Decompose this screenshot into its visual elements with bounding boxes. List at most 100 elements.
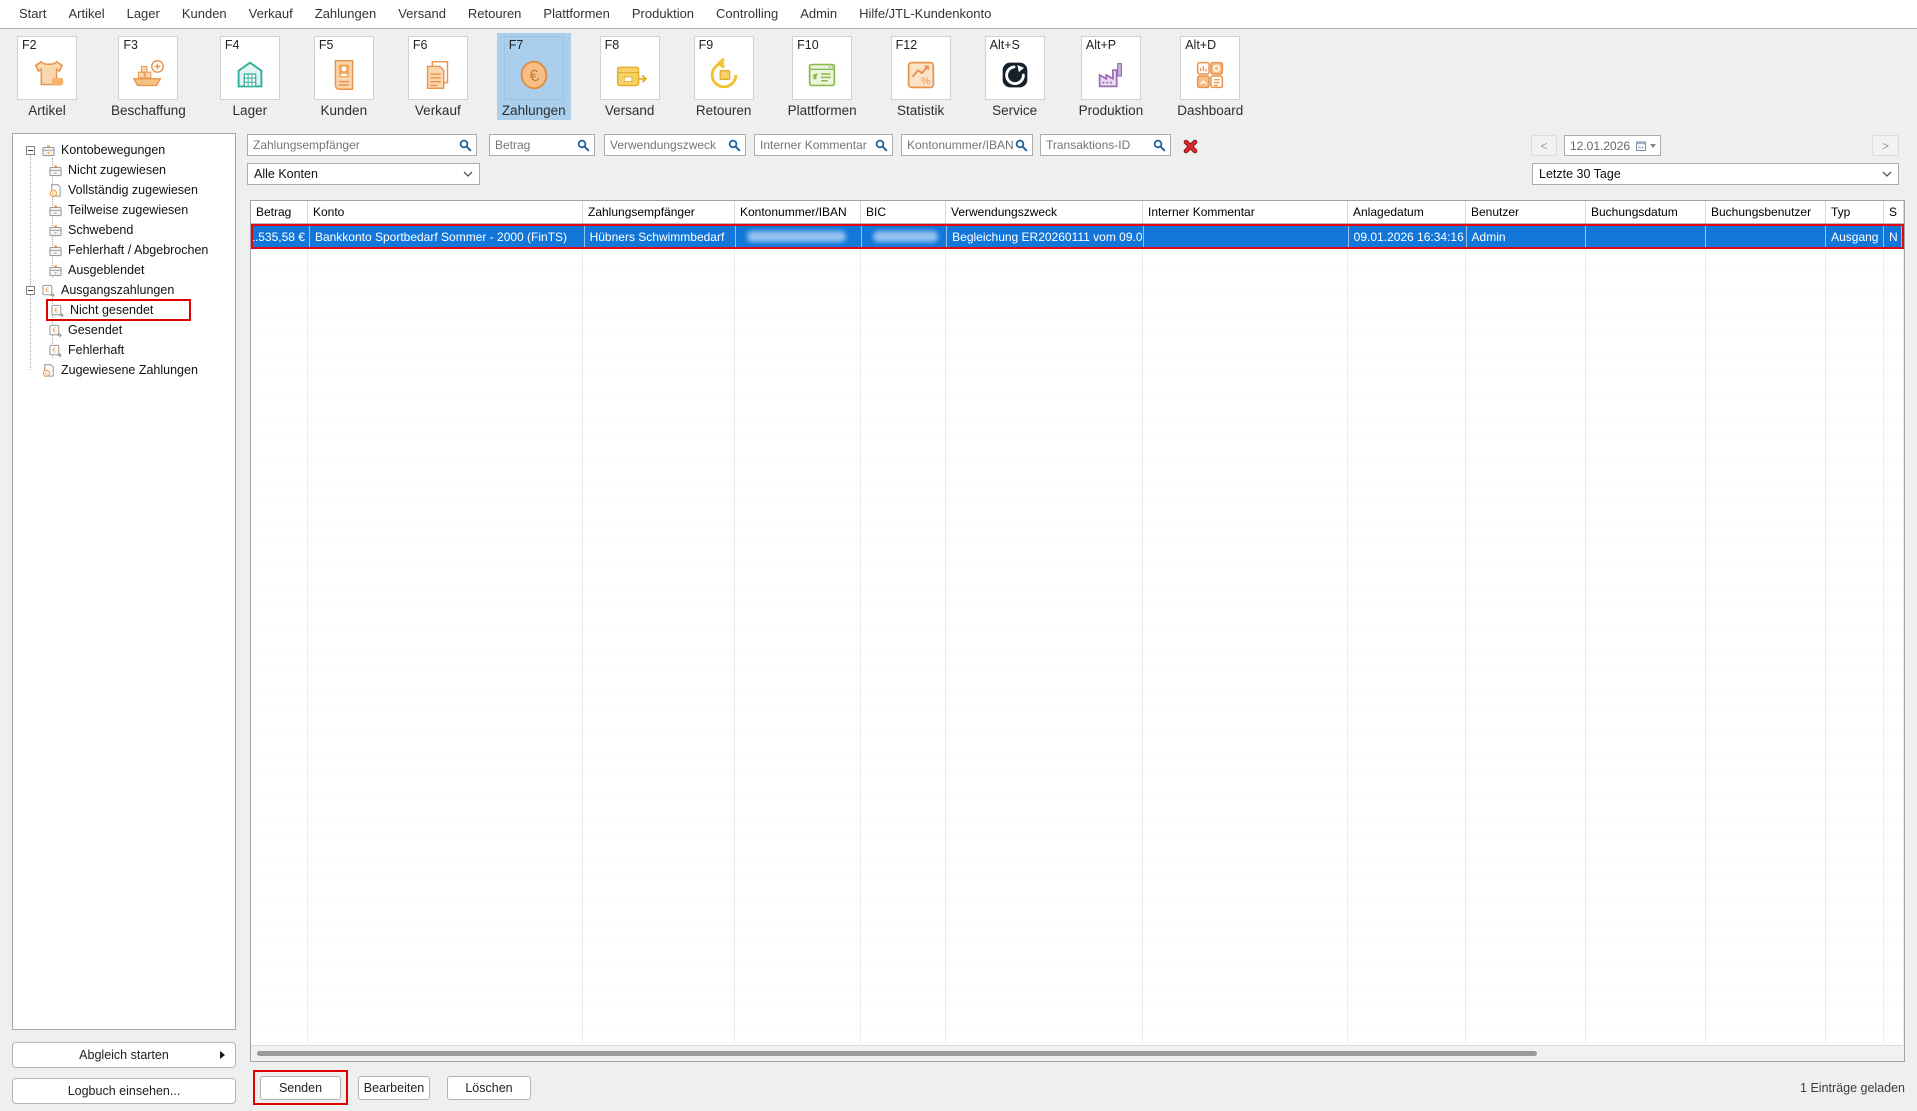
- toolbar-button-dashboard[interactable]: Alt+D Dashboard: [1172, 33, 1248, 120]
- scrollbar-thumb[interactable]: [257, 1051, 1537, 1056]
- table-row-selected[interactable]: 1.535,58 € Bankkonto Sportbedarf Sommer …: [251, 224, 1904, 249]
- grid-column-line: [583, 249, 735, 1045]
- menu-admin[interactable]: Admin: [789, 6, 848, 21]
- menu-retouren[interactable]: Retouren: [457, 6, 532, 21]
- toolbar-button-retouren[interactable]: F9 Retouren: [689, 33, 759, 120]
- bearbeiten-button[interactable]: Bearbeiten: [358, 1076, 430, 1100]
- toolbar-label: Statistik: [897, 103, 944, 118]
- filter-zahlungsempfaenger-input[interactable]: [248, 138, 459, 152]
- date-range-value: Letzte 30 Tage: [1539, 167, 1621, 181]
- filter-transaktions-id: [1040, 134, 1171, 156]
- tree-item-label: Ausgangszahlungen: [61, 283, 174, 297]
- menu-versand[interactable]: Versand: [387, 6, 457, 21]
- column-header-status[interactable]: S: [1884, 201, 1904, 223]
- filter-interner-kommentar-input[interactable]: [755, 138, 875, 152]
- toolbar-button-kunden[interactable]: F5 Kunden: [309, 33, 379, 120]
- search-icon[interactable]: [875, 139, 888, 152]
- toolbar-button-verkauf[interactable]: F6 Verkauf: [403, 33, 473, 120]
- menu-artikel[interactable]: Artikel: [57, 6, 115, 21]
- toolbar-button-artikel[interactable]: F2 Artikel: [12, 33, 82, 120]
- loeschen-button[interactable]: Löschen: [447, 1076, 531, 1100]
- cargo-ship-icon: [129, 56, 167, 94]
- column-header-buchungsbenutzer[interactable]: Buchungsbenutzer: [1706, 201, 1826, 223]
- toolbar-box: F8: [600, 36, 660, 100]
- collapse-icon[interactable]: [26, 146, 35, 155]
- column-header-verwendungszweck[interactable]: Verwendungszweck: [946, 201, 1143, 223]
- menu-zahlungen[interactable]: Zahlungen: [304, 6, 387, 21]
- toolbar-button-zahlungen[interactable]: F7 € Zahlungen: [497, 33, 571, 120]
- filter-verwendungszweck-input[interactable]: [605, 138, 728, 152]
- search-icon[interactable]: [577, 139, 590, 152]
- tree-item-fehlerhaft[interactable]: € Fehlerhaft: [13, 340, 235, 360]
- tree-item-fehlerhaft-abgebrochen[interactable]: Fehlerhaft / Abgebrochen: [13, 240, 235, 260]
- tree-item-nicht-gesendet[interactable]: € Nicht gesendet: [13, 300, 235, 320]
- clear-filters-button[interactable]: [1181, 137, 1200, 156]
- grid-column-line: [1826, 249, 1884, 1045]
- senden-button[interactable]: Senden: [260, 1076, 341, 1100]
- filter-transaktions-id-input[interactable]: [1041, 138, 1153, 152]
- date-next-button[interactable]: >: [1872, 135, 1899, 156]
- tree-item-ausgangszahlungen[interactable]: € Ausgangszahlungen: [13, 280, 235, 300]
- account-select[interactable]: Alle Konten: [247, 163, 480, 185]
- column-header-kontonummer-iban[interactable]: Kontonummer/IBAN: [735, 201, 861, 223]
- filter-kontonummer-iban-input[interactable]: [902, 138, 1015, 152]
- cell-kontonummer-redacted: [736, 226, 862, 247]
- menu-controlling[interactable]: Controlling: [705, 6, 789, 21]
- date-prev-button[interactable]: <: [1531, 135, 1557, 156]
- menu-lager[interactable]: Lager: [116, 6, 171, 21]
- tree-item-nicht-zugewiesen[interactable]: Nicht zugewiesen: [13, 160, 235, 180]
- tree-item-gesendet[interactable]: € Gesendet: [13, 320, 235, 340]
- search-icon[interactable]: [1153, 139, 1166, 152]
- search-icon[interactable]: [728, 139, 741, 152]
- column-header-benutzer[interactable]: Benutzer: [1466, 201, 1586, 223]
- column-header-bic[interactable]: BIC: [861, 201, 946, 223]
- cashbox-icon: [41, 143, 56, 158]
- column-header-buchungsdatum[interactable]: Buchungsdatum: [1586, 201, 1706, 223]
- horizontal-scrollbar[interactable]: [251, 1045, 1904, 1061]
- column-header-zahlungsempfaenger[interactable]: Zahlungsempfänger: [583, 201, 735, 223]
- service-icon: [996, 56, 1034, 94]
- date-picker[interactable]: 12.01.2026: [1564, 135, 1661, 156]
- menu-produktion[interactable]: Produktion: [621, 6, 705, 21]
- menu-kunden[interactable]: Kunden: [171, 6, 238, 21]
- menu-verkauf[interactable]: Verkauf: [238, 6, 304, 21]
- toolbar-button-beschaffung[interactable]: F3 Beschaffung: [106, 33, 191, 120]
- tree-item-schwebend[interactable]: Schwebend: [13, 220, 235, 240]
- tree-item-vollstaendig-zugewiesen[interactable]: € Vollständig zugewiesen: [13, 180, 235, 200]
- grid-column-line: [735, 249, 861, 1045]
- toolbar-button-statistik[interactable]: F12 % Statistik: [886, 33, 956, 120]
- fkey-label: F6: [413, 38, 428, 52]
- toolbar-button-service[interactable]: Alt+S Service: [980, 33, 1050, 120]
- toolbar-button-produktion[interactable]: Alt+P Produktion: [1074, 33, 1149, 120]
- toolbar-button-versand[interactable]: F8 Versand: [595, 33, 665, 120]
- toolbar-button-lager[interactable]: F4 Lager: [215, 33, 285, 120]
- warehouse-icon: [231, 56, 269, 94]
- logbuch-einsehen-button[interactable]: Logbuch einsehen...: [12, 1078, 236, 1104]
- navigation-tree-panel: Kontobewegungen Nicht zugewiesen € Volls…: [12, 133, 236, 1030]
- tree-item-ausgeblendet[interactable]: Ausgeblendet: [13, 260, 235, 280]
- menu-hilfe[interactable]: Hilfe/JTL-Kundenkonto: [848, 6, 1002, 21]
- collapse-icon[interactable]: [26, 286, 35, 295]
- tree-item-zugewiesene-zahlungen[interactable]: € Zugewiesene Zahlungen: [13, 360, 235, 380]
- tree-item-teilweise-zugewiesen[interactable]: Teilweise zugewiesen: [13, 200, 235, 220]
- cell-verwendungszweck: Begleichung ER20260111 vom 09.0...: [947, 226, 1144, 247]
- menu-start[interactable]: Start: [8, 6, 57, 21]
- column-header-typ[interactable]: Typ: [1826, 201, 1884, 223]
- main-toolbar: F2 Artikel F3 Beschaffung F4: [12, 33, 1248, 120]
- abgleich-starten-button[interactable]: Abgleich starten: [12, 1042, 236, 1068]
- column-header-anlagedatum[interactable]: Anlagedatum: [1348, 201, 1466, 223]
- date-range-select[interactable]: Letzte 30 Tage: [1532, 163, 1899, 185]
- toolbar-button-plattformen[interactable]: F10 Plattformen: [783, 33, 862, 120]
- column-header-konto[interactable]: Konto: [308, 201, 583, 223]
- filter-betrag-input[interactable]: [490, 138, 577, 152]
- toolbar-box: F9: [694, 36, 754, 100]
- toolbar-label: Produktion: [1079, 103, 1144, 118]
- search-icon[interactable]: [459, 139, 472, 152]
- toolbar-label: Verkauf: [415, 103, 461, 118]
- tree-item-kontobewegungen[interactable]: Kontobewegungen: [13, 140, 235, 160]
- column-header-interner-kommentar[interactable]: Interner Kommentar: [1143, 201, 1348, 223]
- toolbar-box: Alt+P: [1081, 36, 1141, 100]
- column-header-betrag[interactable]: Betrag: [251, 201, 308, 223]
- search-icon[interactable]: [1015, 139, 1028, 152]
- menu-plattformen[interactable]: Plattformen: [532, 6, 620, 21]
